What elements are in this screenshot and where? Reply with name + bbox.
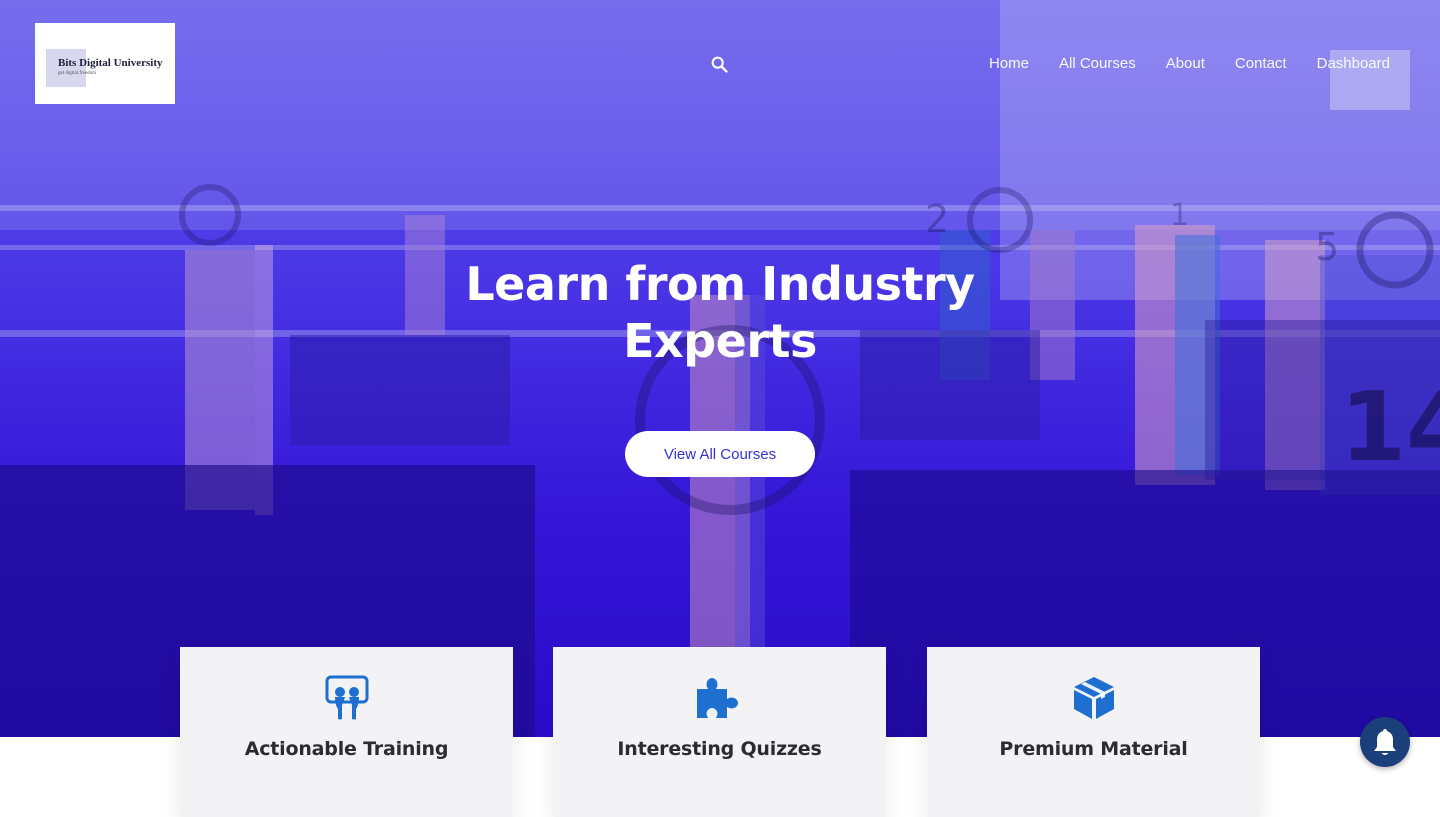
cube-icon bbox=[1073, 677, 1114, 719]
main-nav: Home All Courses About Contact Dashboard bbox=[989, 54, 1390, 74]
site-logo[interactable]: Bits Digital University get digital free… bbox=[35, 23, 175, 104]
hero-headline-line2: Experts bbox=[623, 314, 817, 368]
search-icon bbox=[711, 56, 728, 73]
feature-title: Premium Material bbox=[999, 738, 1188, 760]
svg-text:1: 1 bbox=[1170, 198, 1189, 233]
svg-text:14: 14 bbox=[1340, 373, 1440, 483]
bell-icon bbox=[1374, 729, 1396, 755]
view-all-courses-button[interactable]: View All Courses bbox=[625, 431, 815, 477]
hero-headline: Learn from Industry Experts bbox=[0, 256, 1440, 370]
nav-contact[interactable]: Contact bbox=[1235, 54, 1287, 74]
feature-title: Actionable Training bbox=[244, 738, 449, 760]
logo-tagline: get digital freedom bbox=[58, 71, 97, 76]
feature-card-premium-material: Premium Material bbox=[927, 647, 1260, 817]
search-button[interactable] bbox=[709, 54, 731, 76]
slideshare-icon bbox=[325, 675, 368, 720]
hero-headline-line1: Learn from Industry bbox=[465, 257, 975, 311]
feature-title: Interesting Quizzes bbox=[617, 738, 822, 760]
svg-text:2: 2 bbox=[925, 197, 949, 241]
nav-dashboard[interactable]: Dashboard bbox=[1317, 54, 1390, 74]
logo-title: Bits Digital University bbox=[58, 57, 163, 69]
notification-bell-button[interactable] bbox=[1360, 717, 1410, 767]
nav-all-courses[interactable]: All Courses bbox=[1059, 54, 1136, 74]
nav-home[interactable]: Home bbox=[989, 54, 1029, 74]
feature-card-interesting-quizzes: Interesting Quizzes bbox=[553, 647, 886, 817]
nav-about[interactable]: About bbox=[1166, 54, 1205, 74]
feature-card-actionable-training: Actionable Training bbox=[180, 647, 513, 817]
puzzle-icon bbox=[696, 678, 738, 718]
